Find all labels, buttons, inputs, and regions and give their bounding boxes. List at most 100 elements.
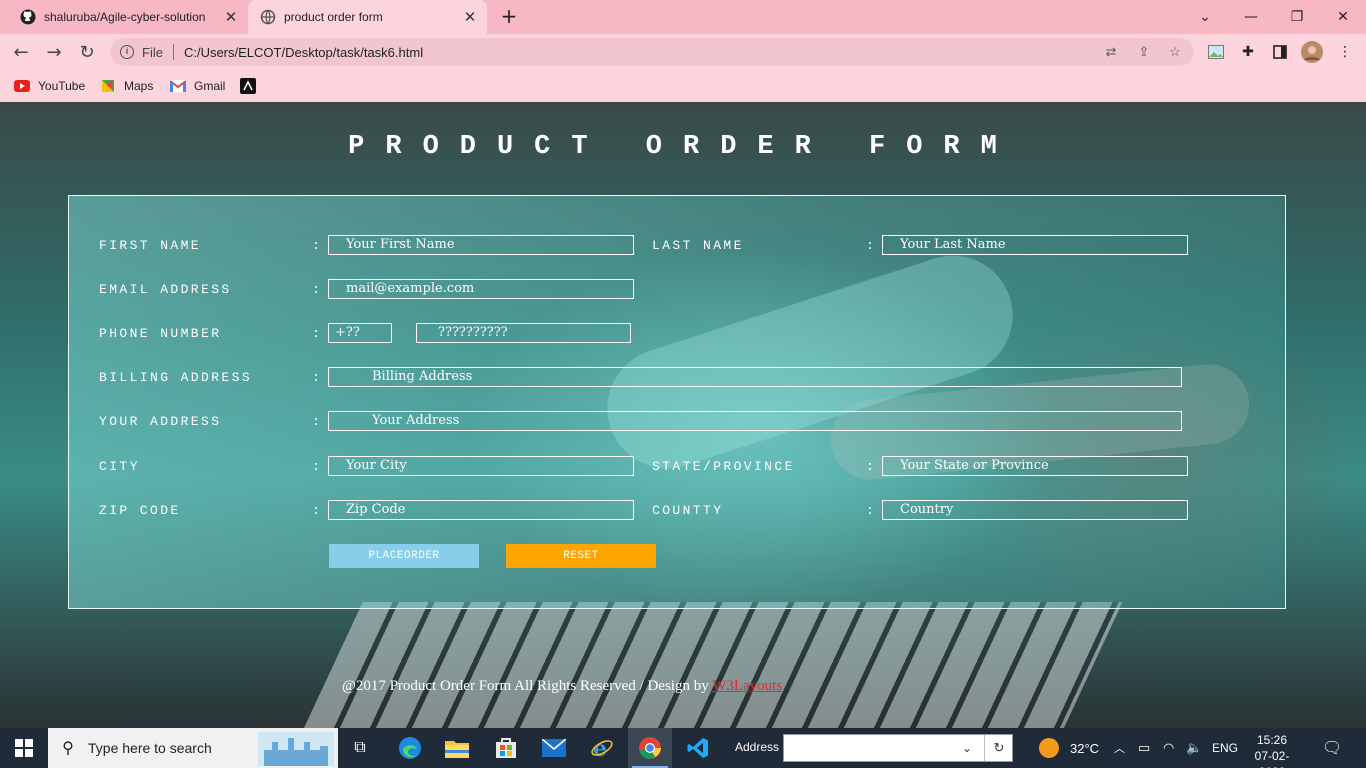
reset-button[interactable]: RESET xyxy=(506,544,656,568)
taskbar: ⚲ Type here to search ⧉ e Address ⌄ ↻ 32… xyxy=(0,728,1366,768)
address-bar[interactable]: i File C:/Users/ELCOT/Desktop/task/task6… xyxy=(110,38,1194,66)
country-field[interactable]: Country xyxy=(882,500,1188,520)
sun-icon xyxy=(1039,738,1059,758)
colon: : xyxy=(866,459,874,474)
store-icon[interactable] xyxy=(486,728,526,768)
clock-time: 15:26 xyxy=(1256,733,1288,747)
your-address-label: YOUR ADDRESS xyxy=(99,414,222,429)
forward-icon[interactable]: → xyxy=(41,39,67,65)
phone-label: PHONE NUMBER xyxy=(99,326,222,341)
colon: : xyxy=(312,326,320,341)
reload-icon[interactable]: ↻ xyxy=(74,39,100,65)
chevron-down-icon[interactable]: ⌄ xyxy=(962,741,972,755)
billing-address-field[interactable]: Billing Address xyxy=(328,367,1182,387)
tab-github[interactable]: shaluruba/Agile-cyber-solution ✕ xyxy=(8,0,248,34)
colon: : xyxy=(312,459,320,474)
clock-date: 07-02-2023 xyxy=(1254,749,1290,768)
bookmark-app[interactable] xyxy=(240,76,264,96)
back-icon[interactable]: ← xyxy=(8,39,34,65)
address-url[interactable]: C:/Users/ELCOT/Desktop/task/task6.html xyxy=(184,45,423,60)
search-icon: ⚲ xyxy=(62,740,74,757)
tab-title: product order form xyxy=(284,10,383,24)
notifications-icon[interactable]: 🗨 xyxy=(1322,728,1342,768)
volume-icon[interactable]: 🔈 xyxy=(1186,728,1202,768)
chevron-up-icon[interactable]: ︿ xyxy=(1114,728,1125,768)
refresh-icon[interactable]: ↻ xyxy=(984,735,1013,761)
place-order-button[interactable]: PLACEORDER xyxy=(329,544,479,568)
your-address-field[interactable]: Your Address xyxy=(328,411,1182,431)
side-panel-icon[interactable] xyxy=(1269,41,1291,63)
colon: : xyxy=(312,414,320,429)
email-field[interactable]: mail@example.com xyxy=(328,279,634,299)
footer-link[interactable]: W3Layouts xyxy=(712,678,782,694)
bookmark-gmail[interactable]: Gmail xyxy=(170,76,225,96)
gmail-icon xyxy=(170,78,186,94)
city-field[interactable]: Your City xyxy=(328,456,634,476)
address-scheme: File xyxy=(142,44,163,60)
phone-number-field[interactable]: ?????????? xyxy=(416,323,631,343)
email-label: EMAIL ADDRESS xyxy=(99,282,232,297)
file-explorer-icon[interactable] xyxy=(437,728,477,768)
wifi-icon[interactable]: ◠ xyxy=(1163,728,1174,768)
page-title: PRODUCT ORDER FORM xyxy=(348,132,1018,162)
battery-icon[interactable]: ▭ xyxy=(1138,728,1150,768)
last-name-field[interactable]: Your Last Name xyxy=(882,235,1188,255)
globe-icon xyxy=(260,9,276,25)
bookmark-youtube[interactable]: YouTube xyxy=(14,76,85,96)
search-placeholder: Type here to search xyxy=(88,740,212,756)
last-name-label: LAST NAME xyxy=(652,238,744,253)
city-label: CITY xyxy=(99,459,140,474)
state-field[interactable]: Your State or Province xyxy=(882,456,1188,476)
menu-icon[interactable]: ⋮ xyxy=(1334,41,1356,63)
tab-title: shaluruba/Agile-cyber-solution xyxy=(44,10,206,24)
start-button[interactable] xyxy=(0,728,48,768)
image-extension-icon[interactable] xyxy=(1205,41,1227,63)
bookmark-label: YouTube xyxy=(38,79,86,93)
bookmark-label: Gmail xyxy=(194,79,226,93)
clock[interactable]: 15:26 07-02-2023 xyxy=(1242,732,1302,768)
vscode-icon[interactable] xyxy=(678,728,718,768)
edge-icon[interactable] xyxy=(390,728,430,768)
minimize-icon[interactable]: — xyxy=(1228,4,1274,30)
tab-product-order-form[interactable]: product order form ✕ xyxy=(248,0,487,34)
colon: : xyxy=(312,503,320,518)
first-name-field[interactable]: Your First Name xyxy=(328,235,634,255)
footer: @2017 Product Order Form All Rights Rese… xyxy=(342,678,782,695)
temperature: 32°C xyxy=(1070,740,1100,756)
page-content: PRODUCT ORDER FORM FIRST NAME : Your Fir… xyxy=(0,102,1366,728)
translate-icon[interactable]: ⇄ xyxy=(1102,43,1120,61)
extensions-icon[interactable]: ✚ xyxy=(1237,41,1259,63)
language-indicator[interactable]: ENG xyxy=(1212,728,1238,768)
close-icon[interactable]: ✕ xyxy=(459,6,481,28)
colon: : xyxy=(866,238,874,253)
youtube-icon xyxy=(14,78,30,94)
address-separator xyxy=(172,44,174,60)
taskbar-address-input[interactable]: ⌄ ↻ xyxy=(783,734,1013,762)
phone-country-code-field[interactable]: +?? xyxy=(328,323,392,343)
weather-widget[interactable]: 32°C xyxy=(1038,728,1099,768)
info-icon[interactable]: i xyxy=(120,45,134,59)
share-icon[interactable]: ⇪ xyxy=(1135,43,1153,61)
profile-avatar[interactable] xyxy=(1301,41,1323,63)
new-tab-button[interactable]: + xyxy=(498,6,520,28)
order-form: FIRST NAME : Your First Name LAST NAME :… xyxy=(68,195,1286,609)
country-label: COUNTTY xyxy=(652,503,724,518)
footer-text: @2017 Product Order Form All Rights Rese… xyxy=(342,678,713,694)
billing-address-label: BILLING ADDRESS xyxy=(99,370,253,385)
window-close-icon[interactable]: ✕ xyxy=(1320,4,1366,30)
browser-toolbar: ← → ↻ i File C:/Users/ELCOT/Desktop/task… xyxy=(0,34,1366,70)
bookmark-maps[interactable]: Maps xyxy=(100,76,153,96)
bookmark-label: Maps xyxy=(124,79,154,93)
bookmark-star-icon[interactable]: ☆ xyxy=(1166,43,1184,61)
taskbar-search[interactable]: ⚲ Type here to search xyxy=(48,728,338,768)
close-icon[interactable]: ✕ xyxy=(220,6,242,28)
task-view-icon[interactable]: ⧉ xyxy=(340,728,380,768)
bookmarks-bar: YouTube Maps Gmail xyxy=(0,70,1366,102)
chrome-icon[interactable] xyxy=(628,728,672,768)
restore-icon[interactable]: ❐ xyxy=(1274,4,1320,30)
first-name-label: FIRST NAME xyxy=(99,238,202,253)
tab-search-icon[interactable]: ⌄ xyxy=(1182,4,1228,30)
mail-icon[interactable] xyxy=(534,728,574,768)
ie-icon[interactable]: e xyxy=(582,728,622,768)
zip-code-field[interactable]: Zip Code xyxy=(328,500,634,520)
